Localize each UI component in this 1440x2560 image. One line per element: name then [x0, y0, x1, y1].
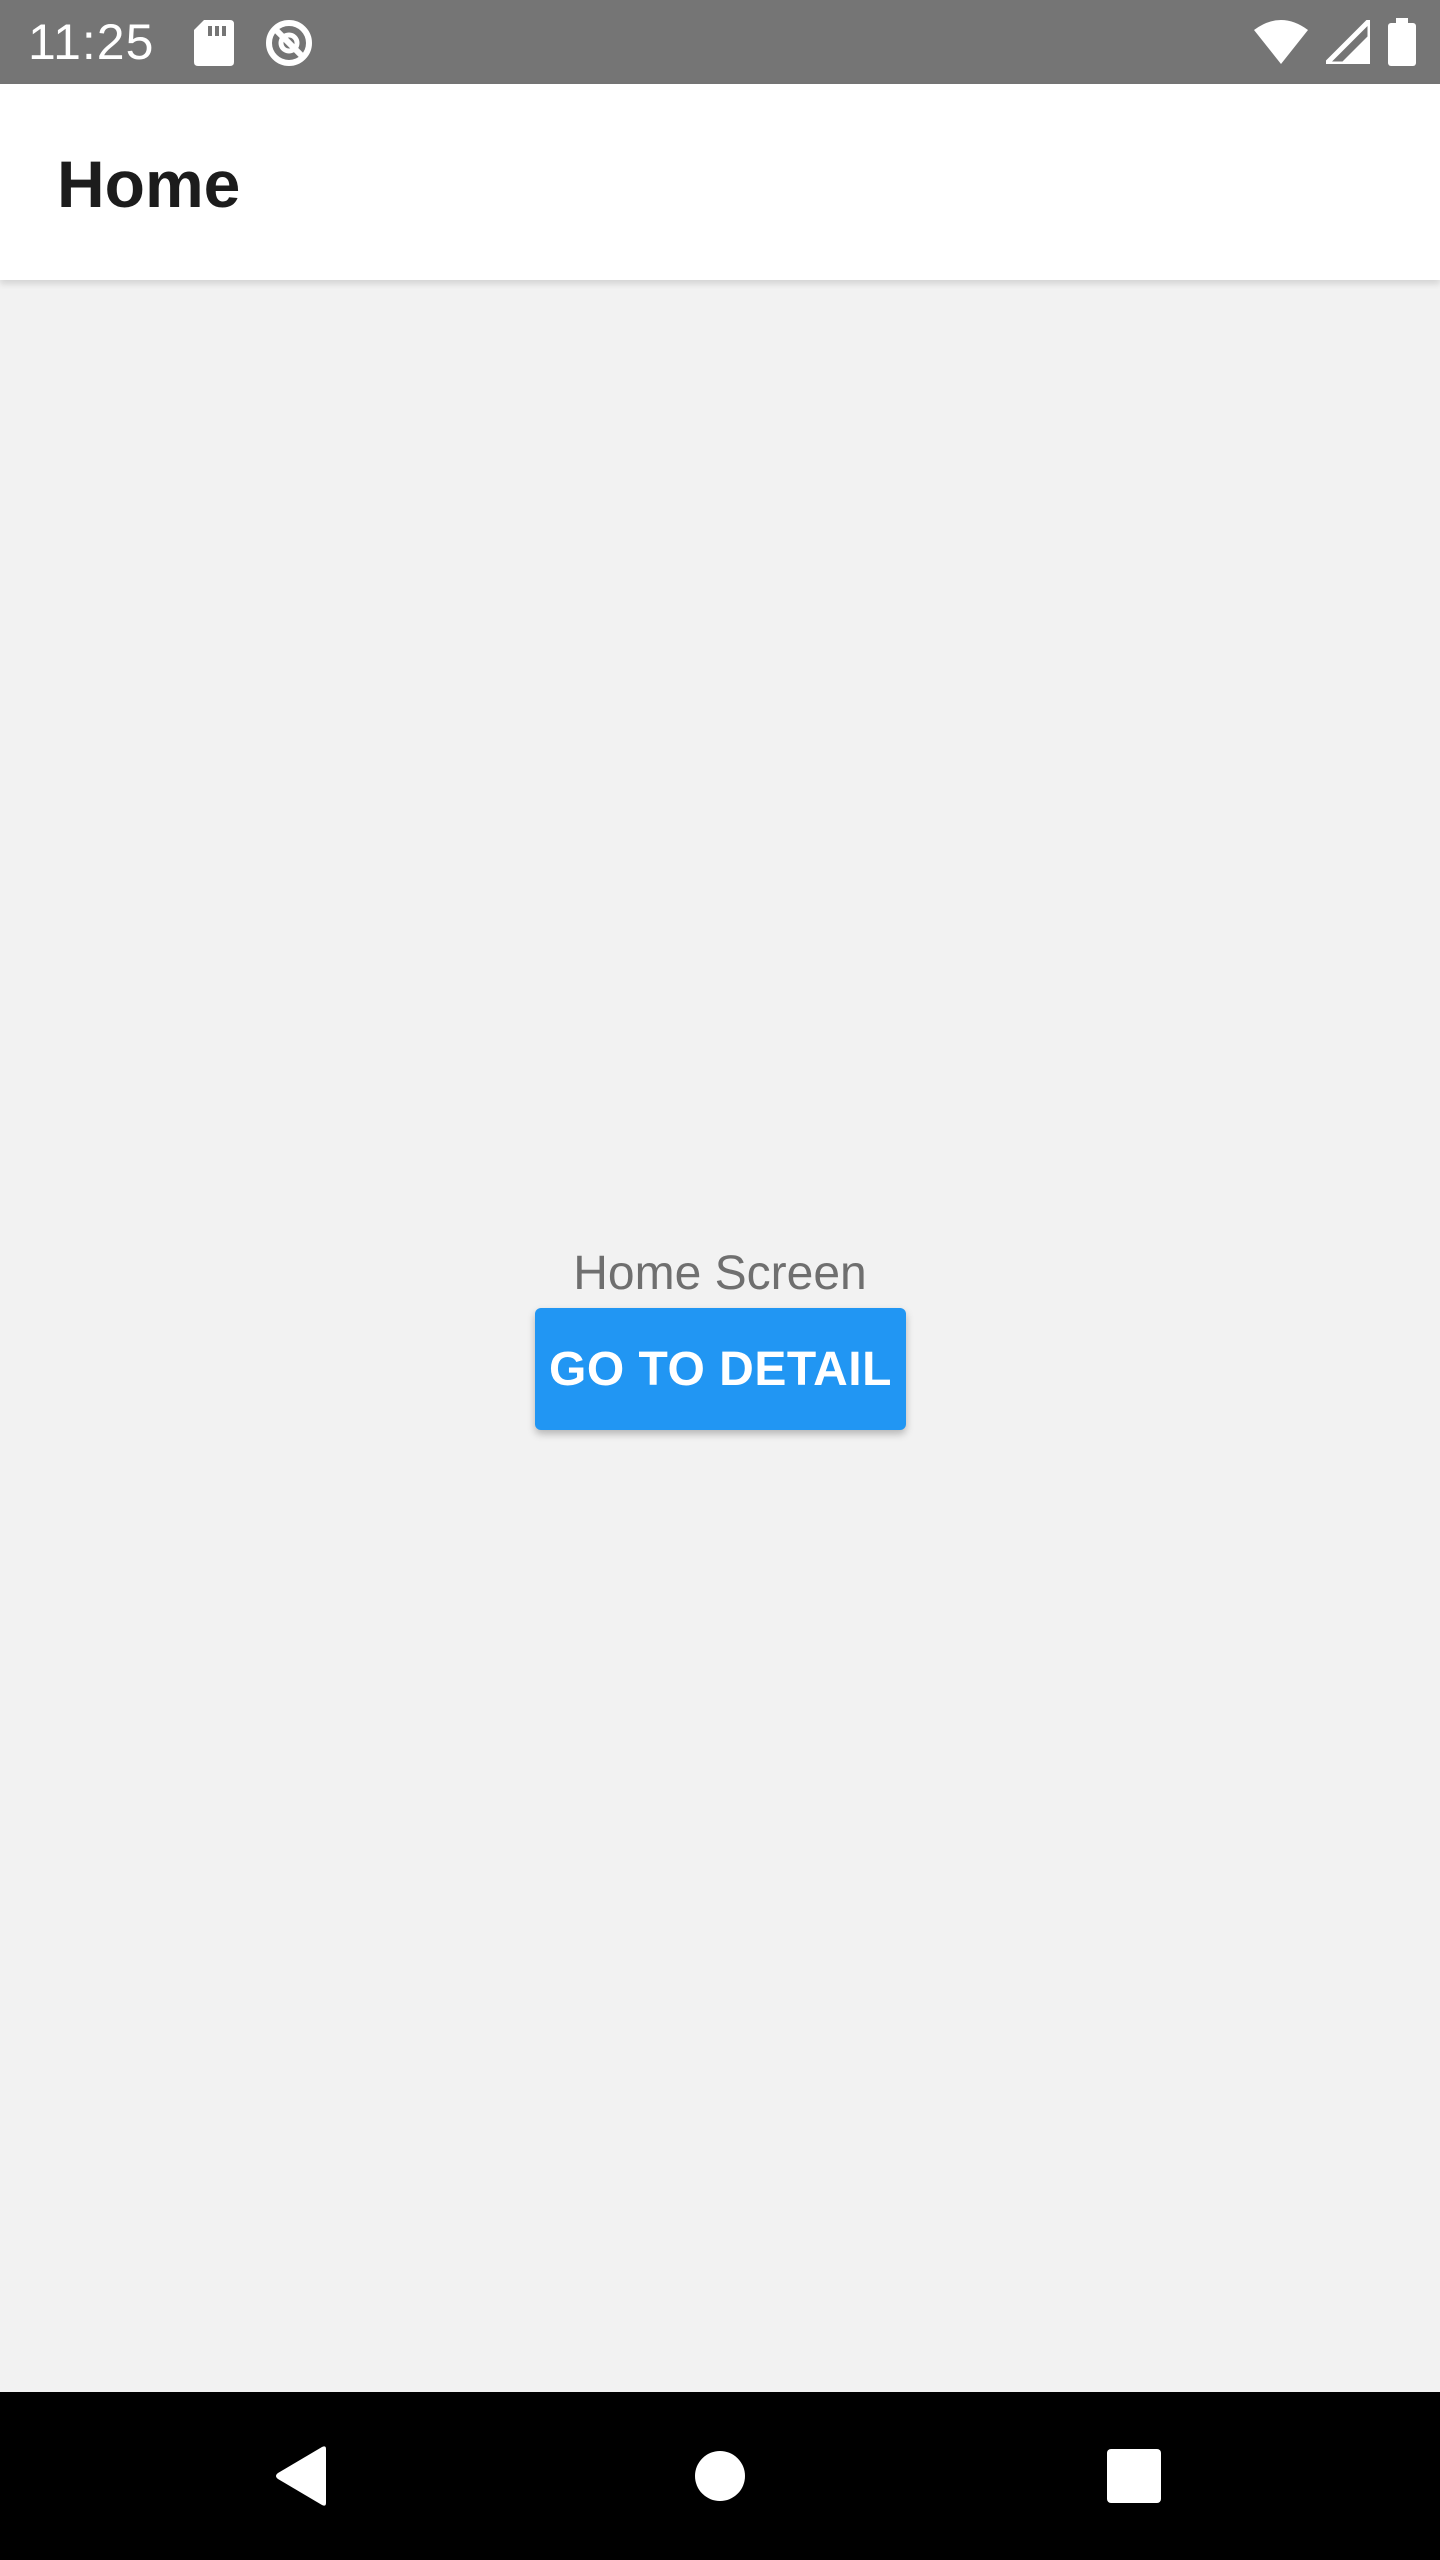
home-screen-label: Home Screen: [573, 1247, 867, 1300]
wifi-icon: [1254, 20, 1308, 64]
back-icon: [274, 2445, 330, 2507]
status-bar: 11:25: [0, 0, 1440, 84]
do-not-disturb-icon: [264, 18, 314, 68]
navigation-bar: [0, 2392, 1440, 2560]
go-to-detail-button[interactable]: GO TO DETAIL: [535, 1308, 906, 1430]
battery-icon: [1388, 18, 1416, 66]
cellular-signal-icon: [1326, 20, 1370, 64]
main-content: Home Screen GO TO DETAIL: [0, 280, 1440, 2392]
back-button[interactable]: [262, 2436, 342, 2516]
screen: 11:25 Home Home Screen GO TO DETAIL: [0, 0, 1440, 2560]
page-title: Home: [57, 147, 241, 221]
sd-card-icon: [194, 20, 234, 66]
recents-button[interactable]: [1094, 2436, 1174, 2516]
home-icon: [694, 2450, 746, 2502]
recents-icon: [1107, 2449, 1161, 2503]
home-button[interactable]: [680, 2436, 760, 2516]
status-time: 11:25: [28, 14, 155, 70]
app-bar: Home: [0, 84, 1440, 280]
status-left-icons: [194, 18, 314, 68]
status-right-icons: [1254, 18, 1416, 66]
